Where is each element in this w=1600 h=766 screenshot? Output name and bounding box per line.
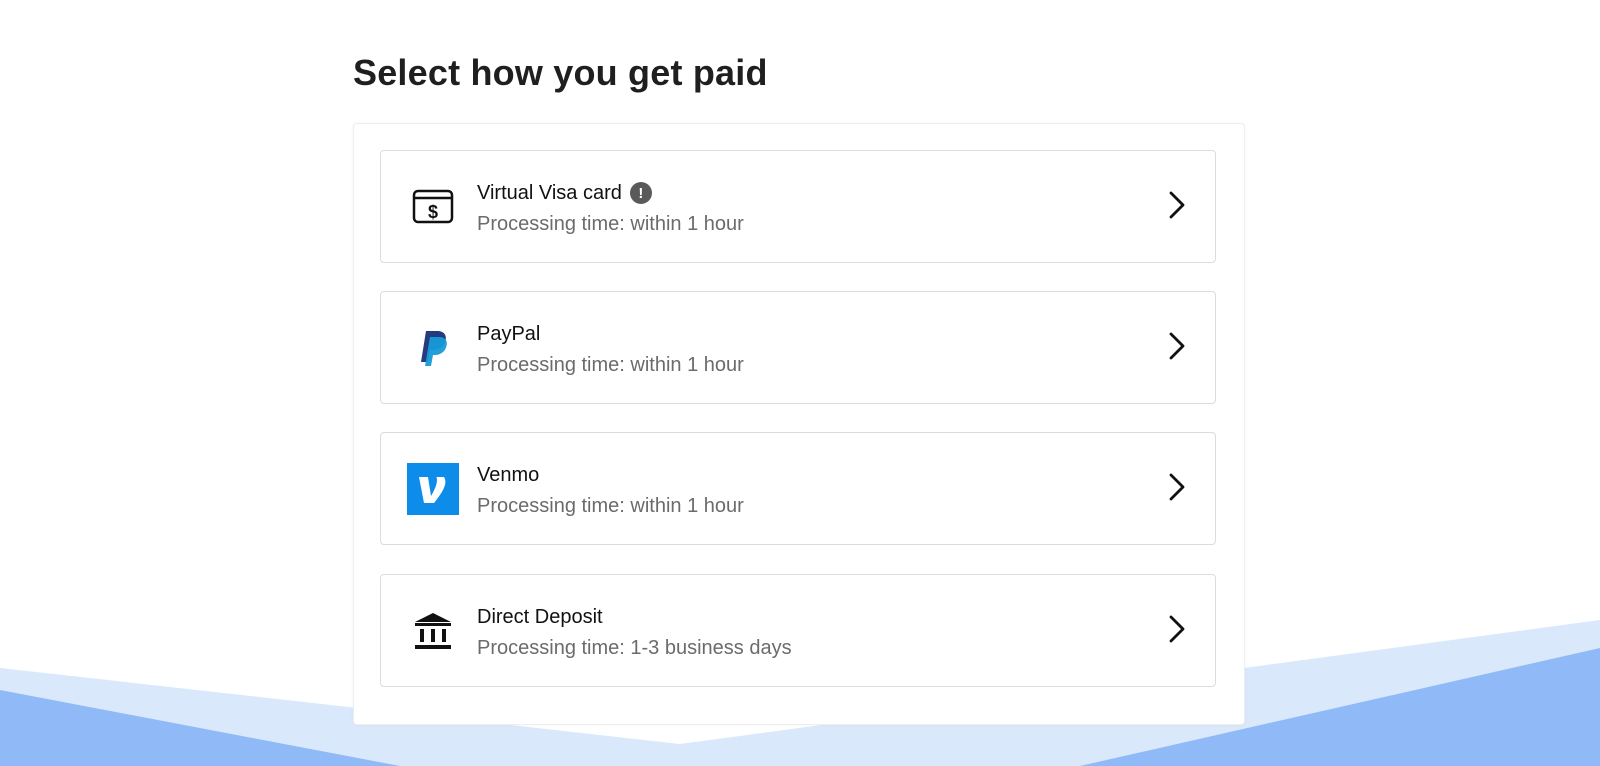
option-name: Venmo bbox=[477, 463, 540, 486]
processing-time: Processing time: 1-3 business days bbox=[477, 637, 792, 659]
chevron-right-icon bbox=[1169, 473, 1185, 501]
card-dollar-icon: $ bbox=[407, 181, 459, 233]
processing-time: Processing time: within 1 hour bbox=[477, 213, 744, 235]
svg-text:$: $ bbox=[428, 202, 438, 222]
option-name: PayPal bbox=[477, 322, 541, 345]
payout-selection-page: Select how you get paid $ Virtual Visa c… bbox=[0, 0, 1600, 766]
bank-icon bbox=[407, 605, 459, 657]
venmo-logo-icon bbox=[407, 463, 459, 515]
processing-time: Processing time: within 1 hour bbox=[477, 354, 744, 376]
option-virtual-visa-card[interactable]: $ Virtual Visa card ! Processing time: w… bbox=[380, 150, 1216, 263]
option-name: Virtual Visa card bbox=[477, 181, 622, 204]
page-title: Select how you get paid bbox=[353, 52, 768, 93]
info-icon[interactable]: ! bbox=[629, 182, 652, 204]
payout-options-panel: $ Virtual Visa card ! Processing time: w… bbox=[353, 123, 1245, 725]
chevron-right-icon bbox=[1169, 332, 1185, 360]
option-direct-deposit[interactable]: Direct Deposit Processing time: 1-3 busi… bbox=[380, 574, 1216, 687]
chevron-right-icon bbox=[1169, 191, 1185, 219]
paypal-logo-icon bbox=[407, 322, 459, 374]
option-venmo[interactable]: Venmo Processing time: within 1 hour bbox=[380, 432, 1216, 545]
processing-time: Processing time: within 1 hour bbox=[477, 495, 744, 517]
option-paypal[interactable]: PayPal Processing time: within 1 hour bbox=[380, 291, 1216, 404]
chevron-right-icon bbox=[1169, 615, 1185, 643]
option-name: Direct Deposit bbox=[477, 605, 603, 628]
